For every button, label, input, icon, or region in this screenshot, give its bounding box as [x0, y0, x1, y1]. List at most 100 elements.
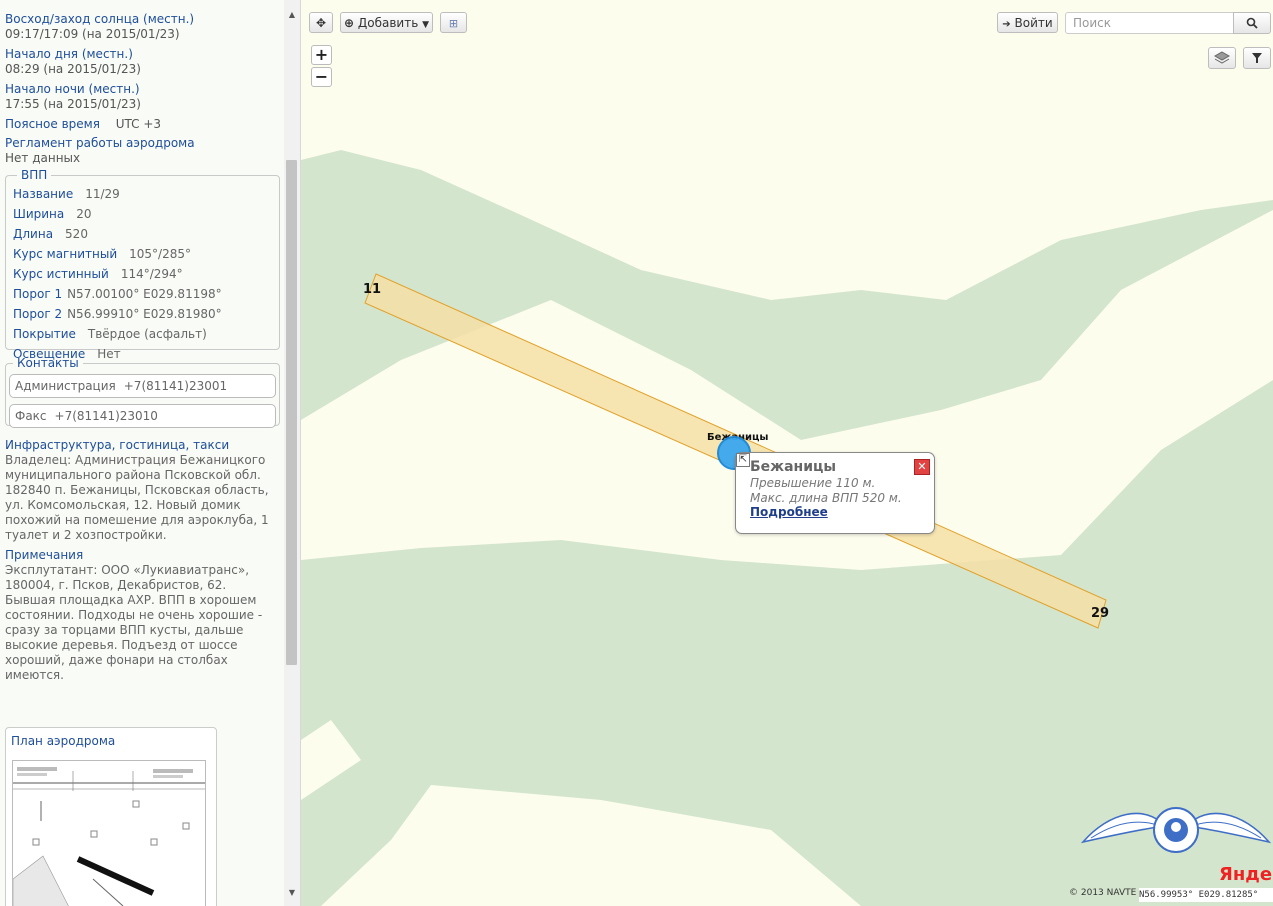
runway-length-value: 520 — [65, 227, 88, 241]
runway-end-label-29: 29 — [1091, 606, 1110, 621]
night-start-block: Начало ночи (местн.) 17:55 (на 2015/01/2… — [5, 82, 280, 112]
field-corner — [301, 720, 361, 800]
map-view[interactable]: ✥ ⊕ Добавить ▼ ⊞ ➔ Войти Поиск + − 11 29… — [301, 0, 1273, 906]
runway-fieldset: ВПП Название 11/29 Ширина 20 Длина 520 Курс… — [5, 168, 280, 361]
runway-end-label-11: 11 — [363, 282, 382, 297]
runway-width-value: 20 — [76, 207, 92, 221]
contact-fax: Факс +7(81141)23010 — [9, 404, 276, 428]
caret-down-icon: ▼ — [422, 20, 430, 30]
plan-drawing — [12, 767, 205, 906]
runway-true-course-label[interactable]: Курс истинный — [13, 267, 109, 281]
close-icon[interactable]: ✕ — [914, 459, 930, 475]
popup-max-length: Макс. длина ВПП 520 м. — [750, 491, 902, 505]
add-button[interactable]: ⊕ Добавить ▼ — [340, 12, 433, 33]
sidebar-content: Восход/заход солнца (местн.) 09:17/17:09… — [5, 12, 280, 688]
timezone-value: UTC +3 — [115, 117, 162, 131]
map-copyright: © 2013 NAVTE — [1069, 888, 1137, 898]
move-cross-icon: ✥ — [315, 16, 327, 30]
timezone-label[interactable]: Поясное время — [5, 117, 100, 131]
runway-row-length: Длина 520 — [13, 224, 272, 244]
layers-icon — [1213, 51, 1231, 64]
field-bottom — [321, 785, 861, 906]
contact-fax-value: +7(81141)23010 — [54, 409, 158, 423]
runway-width-label[interactable]: Ширина — [13, 207, 64, 221]
schedule-block: Регламент работы аэродрома Нет данных — [5, 136, 280, 166]
popup-elevation: Превышение 110 м. — [750, 476, 876, 490]
day-start-value: 08:29 (на 2015/01/23) — [5, 62, 141, 76]
popup-more-link[interactable]: Подробнее — [750, 505, 828, 519]
infrastructure-text: Владелец: Администрация Бежаницкого муни… — [5, 453, 269, 542]
notes-text: Эксплутатант: ООО «Лукиавиатранс», 18000… — [5, 563, 263, 682]
runway-threshold-1-value: N57.00100° E029.81198° — [67, 287, 222, 301]
aerodrome-plan-box: План аэродрома — [5, 727, 217, 906]
scroll-down-arrow-icon[interactable]: ▼ — [284, 886, 300, 900]
runway-row-mag-course: Курс магнитный 105°/285° — [13, 244, 272, 264]
field-top — [301, 0, 1273, 300]
sunrise-value: 09:17/17:09 (на 2015/01/23) — [5, 27, 180, 41]
scroll-thumb[interactable] — [286, 160, 297, 665]
move-button[interactable]: ✥ — [309, 12, 333, 33]
airfield-popup: ⇱ Бежаницы ✕ Превышение 110 м. Макс. дли… — [735, 452, 935, 534]
contact-fax-label: Факс — [15, 409, 47, 423]
expand-icon[interactable]: ⇱ — [736, 453, 750, 467]
runway-threshold-2-label[interactable]: Порог 2 — [13, 307, 62, 321]
search-input[interactable]: Поиск — [1065, 12, 1234, 34]
runway-mag-course-value: 105°/285° — [129, 247, 191, 261]
add-label: Добавить — [357, 16, 419, 30]
sidebar-scrollbar[interactable]: ▲ ▼ — [284, 0, 300, 906]
notes-label[interactable]: Примечания — [5, 548, 280, 563]
runway-row-name: Название 11/29 — [13, 184, 272, 204]
schedule-label[interactable]: Регламент работы аэродрома — [5, 136, 280, 151]
zoom-out-button[interactable]: − — [311, 67, 332, 87]
contact-admin: Администрация +7(81141)23001 — [9, 374, 276, 398]
runway-legend: ВПП — [21, 168, 48, 182]
runway-row-true-course: Курс истинный 114°/294° — [13, 264, 272, 284]
yandex-logo[interactable]: Яндекс — [1219, 864, 1273, 885]
day-start-label[interactable]: Начало дня (местн.) — [5, 47, 280, 62]
contact-admin-label: Администрация — [15, 379, 116, 393]
runway-row-width: Ширина 20 — [13, 204, 272, 224]
aerodrome-plan-thumbnail[interactable] — [12, 760, 206, 906]
aopa-russia-logo — [1080, 807, 1272, 853]
login-button[interactable]: ➔ Войти — [997, 12, 1058, 33]
popup-title: Бежаницы — [750, 459, 837, 475]
day-start-block: Начало дня (местн.) 08:29 (на 2015/01/23… — [5, 47, 280, 77]
filter-icon — [1252, 53, 1262, 63]
schedule-value: Нет данных — [5, 151, 81, 165]
runway-name-label[interactable]: Название — [13, 187, 73, 201]
search-button[interactable] — [1233, 12, 1271, 34]
timezone-block: Поясное время UTC +3 — [5, 117, 280, 132]
night-start-label[interactable]: Начало ночи (местн.) — [5, 82, 280, 97]
contact-admin-value: +7(81141)23001 — [123, 379, 228, 393]
contacts-legend: Контакты — [17, 356, 79, 370]
runway-row-surface: Покрытие Твёрдое (асфальт) — [13, 324, 272, 344]
ruler-icon: ⊞ — [448, 17, 459, 30]
runway-length-label[interactable]: Длина — [13, 227, 53, 241]
infrastructure-label[interactable]: Инфраструктура, гостиница, такси — [5, 438, 280, 453]
zoom-in-button[interactable]: + — [311, 45, 332, 65]
filter-button[interactable] — [1243, 47, 1271, 69]
runway-mag-course-label[interactable]: Курс магнитный — [13, 247, 117, 261]
search-icon — [1246, 17, 1258, 29]
aerodrome-plan-label[interactable]: План аэродрома — [11, 734, 115, 748]
runway-true-course-value: 114°/294° — [120, 267, 183, 281]
cursor-coordinates: N56.99953° E029.81285° — [1139, 888, 1273, 902]
search-placeholder: Поиск — [1073, 16, 1112, 30]
runway-surface-label[interactable]: Покрытие — [13, 327, 76, 341]
infrastructure-block: Инфраструктура, гостиница, такси Владеле… — [5, 438, 280, 543]
yandex-logo-text: Яндекс — [1219, 864, 1273, 885]
runway-threshold-1-label[interactable]: Порог 1 — [13, 287, 62, 301]
layers-button[interactable] — [1208, 47, 1236, 69]
runway-row-threshold-1: Порог 1 N57.00100° E029.81198° — [13, 284, 272, 304]
runway-lighting-value: Нет — [97, 347, 121, 361]
sunrise-block: Восход/заход солнца (местн.) 09:17/17:09… — [5, 12, 280, 42]
runway-surface-value: Твёрдое (асфальт) — [87, 327, 207, 341]
login-icon: ➔ — [1002, 19, 1011, 30]
runway-name-value: 11/29 — [85, 187, 120, 201]
sidebar: Восход/заход солнца (местн.) 09:17/17:09… — [0, 0, 301, 906]
ruler-button[interactable]: ⊞ — [440, 12, 467, 33]
sunrise-label[interactable]: Восход/заход солнца (местн.) — [5, 12, 280, 27]
night-start-value: 17:55 (на 2015/01/23) — [5, 97, 141, 111]
plus-circle-icon: ⊕ — [343, 16, 355, 30]
scroll-up-arrow-icon[interactable]: ▲ — [284, 8, 300, 22]
